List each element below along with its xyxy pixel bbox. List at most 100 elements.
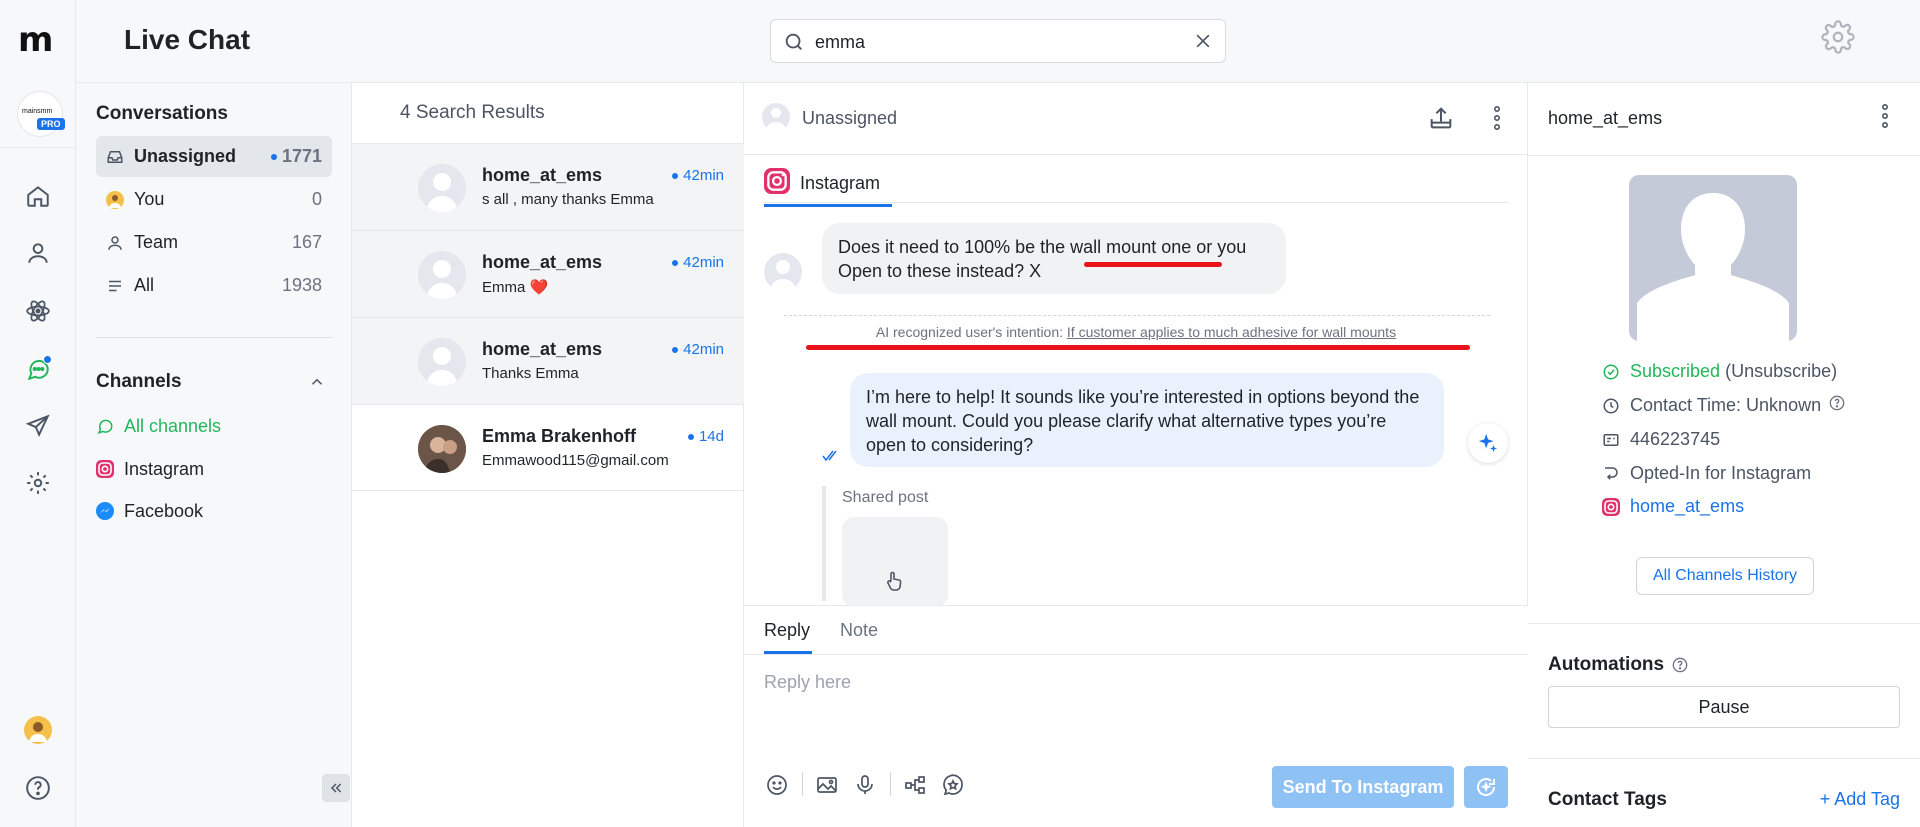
sidebar-item-team[interactable]: Team 167: [96, 222, 332, 263]
sidebar-item-you[interactable]: You 0: [96, 179, 332, 220]
result-name: Emma Brakenhoff: [482, 426, 637, 446]
channel-all[interactable]: All channels: [96, 408, 332, 444]
result-time: 42min: [672, 167, 724, 184]
inbox-icon: [106, 148, 124, 166]
result-preview: Emma ❤️: [482, 279, 549, 296]
instagram-icon: [96, 460, 114, 478]
chat-icon: [96, 417, 114, 435]
sidebar-item-label: You: [134, 189, 165, 209]
automation-atom-icon[interactable]: [24, 297, 52, 325]
ai-intent-note: AI recognized user's intention: If custo…: [744, 324, 1528, 340]
channel-instagram[interactable]: Instagram: [96, 451, 332, 487]
reply-composer: Reply Note Send To Instagram: [744, 605, 1528, 827]
account-avatar[interactable]: mainsmm PRO: [17, 91, 65, 137]
avatar: [106, 190, 124, 209]
emoji-icon[interactable]: [764, 772, 790, 798]
add-tag-link[interactable]: + Add Tag: [1820, 789, 1900, 810]
reply-input[interactable]: [764, 672, 1504, 732]
sidebar-item-unassigned[interactable]: Unassigned 1771: [96, 136, 332, 177]
tab-note[interactable]: Note: [840, 620, 878, 651]
outgoing-message: I’m here to help! It sounds like you’re …: [850, 373, 1444, 467]
tap-hand-icon: [882, 569, 906, 598]
shared-post-card[interactable]: [842, 517, 948, 607]
opt-in-icon: [1602, 465, 1620, 483]
live-chat-icon[interactable]: [24, 355, 52, 383]
check-circle-icon: [1602, 363, 1620, 381]
list-item[interactable]: home_at_ems 42min s all , many thanks Em…: [352, 143, 744, 230]
saved-reply-icon[interactable]: [940, 772, 966, 798]
help-icon[interactable]: [1672, 657, 1688, 673]
automations-title: Automations: [1548, 654, 1665, 675]
assignee-avatar[interactable]: [762, 103, 790, 131]
messenger-icon: [96, 502, 114, 520]
more-options-icon[interactable]: [1492, 105, 1502, 136]
channel-label: All channels: [124, 415, 222, 436]
chat-header: Unassigned: [744, 83, 1528, 155]
ai-sparkle-button[interactable]: [1468, 423, 1508, 463]
icon-rail: m mainsmm PRO: [0, 0, 76, 827]
all-channels-history-button[interactable]: All Channels History: [1636, 557, 1814, 595]
app-logo[interactable]: m: [18, 20, 53, 60]
list-item[interactable]: home_at_ems 42min Thanks Emma: [352, 317, 744, 404]
search-icon: [783, 31, 805, 58]
instagram-handle-link[interactable]: home_at_ems: [1630, 496, 1744, 517]
composer-divider: [744, 654, 1528, 655]
user-avatar[interactable]: [24, 716, 52, 744]
result-time: 14d: [687, 428, 724, 445]
clear-search-icon[interactable]: [1193, 31, 1213, 56]
contact-more-icon[interactable]: [1880, 103, 1890, 134]
red-annotation-underline: [806, 345, 1470, 350]
collapse-sidebar-button[interactable]: [322, 774, 350, 802]
shared-post-label: Shared post: [842, 489, 929, 506]
account-name: mainsmm: [22, 108, 53, 115]
help-icon[interactable]: [24, 774, 52, 802]
channels-title: Channels: [96, 371, 182, 392]
image-icon[interactable]: [814, 772, 840, 798]
instagram-icon: [1602, 497, 1620, 516]
section-divider: [1528, 623, 1920, 624]
id-card-icon: [1602, 431, 1620, 449]
ai-refresh-button[interactable]: [1464, 766, 1508, 808]
search-box[interactable]: [770, 19, 1226, 63]
unread-dot: [270, 154, 277, 161]
chevron-up-icon[interactable]: [308, 373, 326, 396]
contacts-icon[interactable]: [24, 239, 52, 267]
settings-gear-icon[interactable]: [24, 469, 52, 497]
pause-automation-button[interactable]: Pause: [1548, 686, 1900, 728]
help-icon[interactable]: [1829, 395, 1845, 416]
instagram-handle-row: home_at_ems: [1602, 496, 1744, 517]
chat-panel: Unassigned Instagram Does it need to 100…: [744, 83, 1528, 827]
conversations-title: Conversations: [96, 103, 228, 124]
sidebar-divider: [96, 337, 332, 338]
flow-icon[interactable]: [902, 772, 928, 798]
instagram-icon: [764, 168, 790, 199]
tab-reply[interactable]: Reply: [764, 620, 813, 654]
home-icon[interactable]: [24, 182, 52, 210]
microphone-icon[interactable]: [852, 772, 878, 798]
result-time: 42min: [672, 341, 724, 358]
automations-header: Automations: [1548, 654, 1688, 676]
channel-label: Facebook: [124, 500, 204, 521]
broadcast-send-icon[interactable]: [24, 412, 52, 440]
result-preview: s all , many thanks Emma: [482, 191, 654, 208]
send-button[interactable]: Send To Instagram: [1272, 766, 1454, 808]
search-input[interactable]: [815, 29, 1175, 55]
ai-intent-value[interactable]: If customer applies to much adhesive for…: [1067, 324, 1396, 340]
sidebar-item-all[interactable]: All 1938: [96, 265, 332, 306]
list-item[interactable]: home_at_ems 42min Emma ❤️: [352, 230, 744, 317]
channel-facebook[interactable]: Facebook: [96, 493, 332, 529]
sparkle-icon: [1478, 433, 1498, 453]
top-settings-gear-icon[interactable]: [1821, 20, 1855, 59]
list-item[interactable]: Emma Brakenhoff 14d Emmawood115@gmail.co…: [352, 404, 744, 491]
sidebar-item-count: 167: [291, 232, 322, 252]
incoming-message-line: Does it need to 100% be the wall mount o…: [838, 237, 1247, 257]
channel-label: Instagram: [124, 458, 205, 479]
result-time: 42min: [672, 254, 724, 271]
tab-instagram[interactable]: Instagram: [764, 163, 893, 207]
assignee-dropdown[interactable]: Unassigned: [802, 108, 897, 129]
sidebar-item-label: All: [134, 275, 155, 295]
tab-label: Instagram: [800, 173, 881, 193]
unsubscribe-link[interactable]: (Unsubscribe): [1725, 361, 1837, 382]
export-icon[interactable]: [1427, 104, 1455, 137]
subscription-status: Subscribed (Unsubscribe): [1602, 361, 1837, 382]
